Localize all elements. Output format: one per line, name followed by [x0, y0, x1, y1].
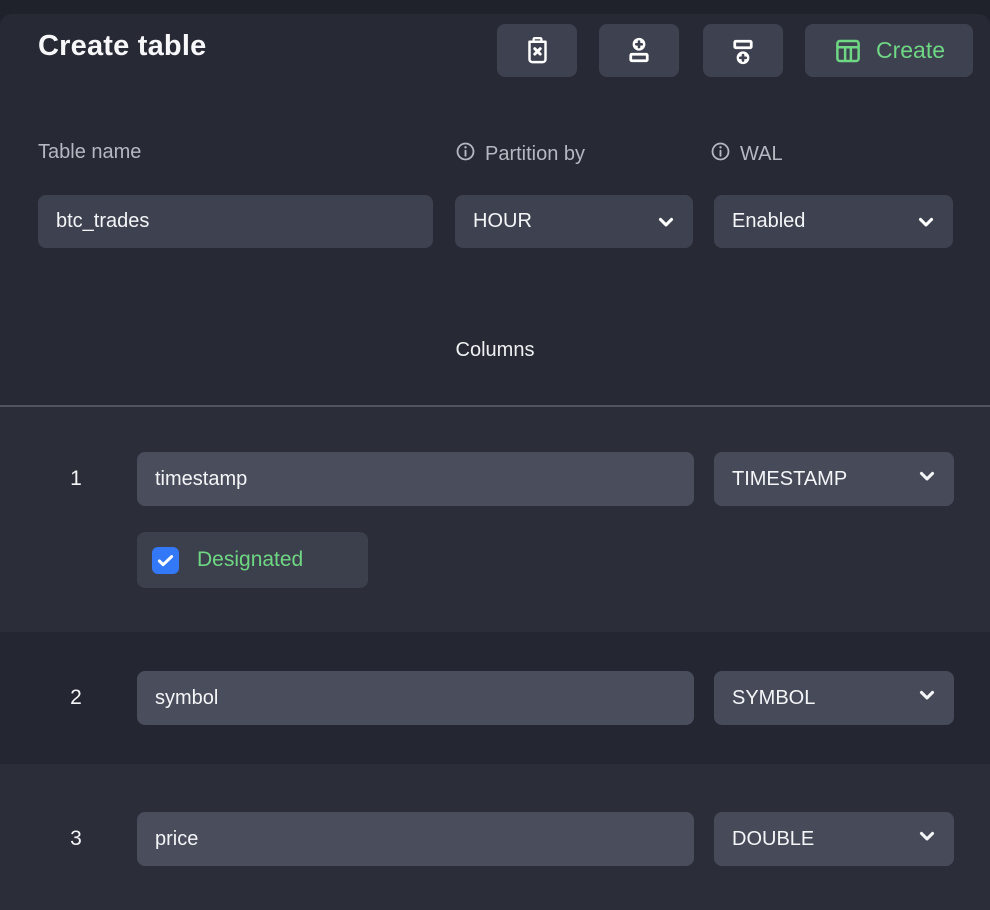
add-column-bottom-button[interactable] — [703, 24, 783, 77]
column-type-value: DOUBLE — [732, 828, 814, 851]
chevron-down-icon — [916, 825, 938, 853]
wal-value: Enabled — [732, 210, 805, 233]
add-column-top-button[interactable] — [599, 24, 679, 77]
info-circle-icon[interactable] — [455, 141, 476, 168]
table-name-label: Table name — [38, 141, 141, 164]
designated-checkbox[interactable] — [152, 547, 179, 574]
page-title: Create table — [38, 30, 206, 63]
column-index: 2 — [55, 671, 97, 725]
create-button[interactable]: Create — [805, 24, 973, 77]
chevron-down-icon — [915, 211, 937, 233]
table-name-label-text: Table name — [38, 141, 141, 164]
column-row-2: 2 SYMBOL — [0, 632, 990, 764]
column-index: 3 — [55, 812, 97, 866]
delete-columns-button[interactable] — [497, 24, 577, 77]
column-row-1: 1 TIMESTAMP Designated — [0, 407, 990, 632]
row-plus-bottom-icon — [728, 36, 758, 66]
column-index: 1 — [55, 452, 97, 506]
create-table-screen: Create table — [0, 0, 990, 910]
chevron-down-icon — [916, 465, 938, 493]
columns-heading: Columns — [0, 339, 990, 362]
designated-chip: Designated — [137, 532, 368, 588]
wal-select[interactable]: Enabled — [714, 195, 953, 248]
column-type-select[interactable]: SYMBOL — [714, 671, 954, 725]
table-name-input[interactable] — [38, 195, 433, 248]
column-type-select[interactable]: TIMESTAMP — [714, 452, 954, 506]
table-grid-icon — [833, 36, 863, 66]
partition-by-value: HOUR — [473, 210, 532, 233]
row-plus-top-icon — [624, 36, 654, 66]
trash-x-icon — [522, 35, 553, 66]
chevron-down-icon — [916, 684, 938, 712]
column-type-value: TIMESTAMP — [732, 468, 847, 491]
chevron-down-icon — [655, 211, 677, 233]
wal-label-text: WAL — [740, 143, 783, 166]
partition-by-label: Partition by — [455, 141, 585, 168]
create-button-label: Create — [876, 37, 945, 64]
column-name-input[interactable] — [137, 671, 694, 725]
create-table-panel: Create table — [0, 14, 990, 910]
column-name-input[interactable] — [137, 452, 694, 506]
designated-label: Designated — [197, 548, 303, 572]
wal-label: WAL — [710, 141, 783, 168]
column-type-select[interactable]: DOUBLE — [714, 812, 954, 866]
info-circle-icon[interactable] — [710, 141, 731, 168]
column-row-3: 3 DOUBLE — [0, 764, 990, 910]
column-name-input[interactable] — [137, 812, 694, 866]
partition-by-select[interactable]: HOUR — [455, 195, 693, 248]
partition-by-label-text: Partition by — [485, 143, 585, 166]
column-type-value: SYMBOL — [732, 687, 815, 710]
